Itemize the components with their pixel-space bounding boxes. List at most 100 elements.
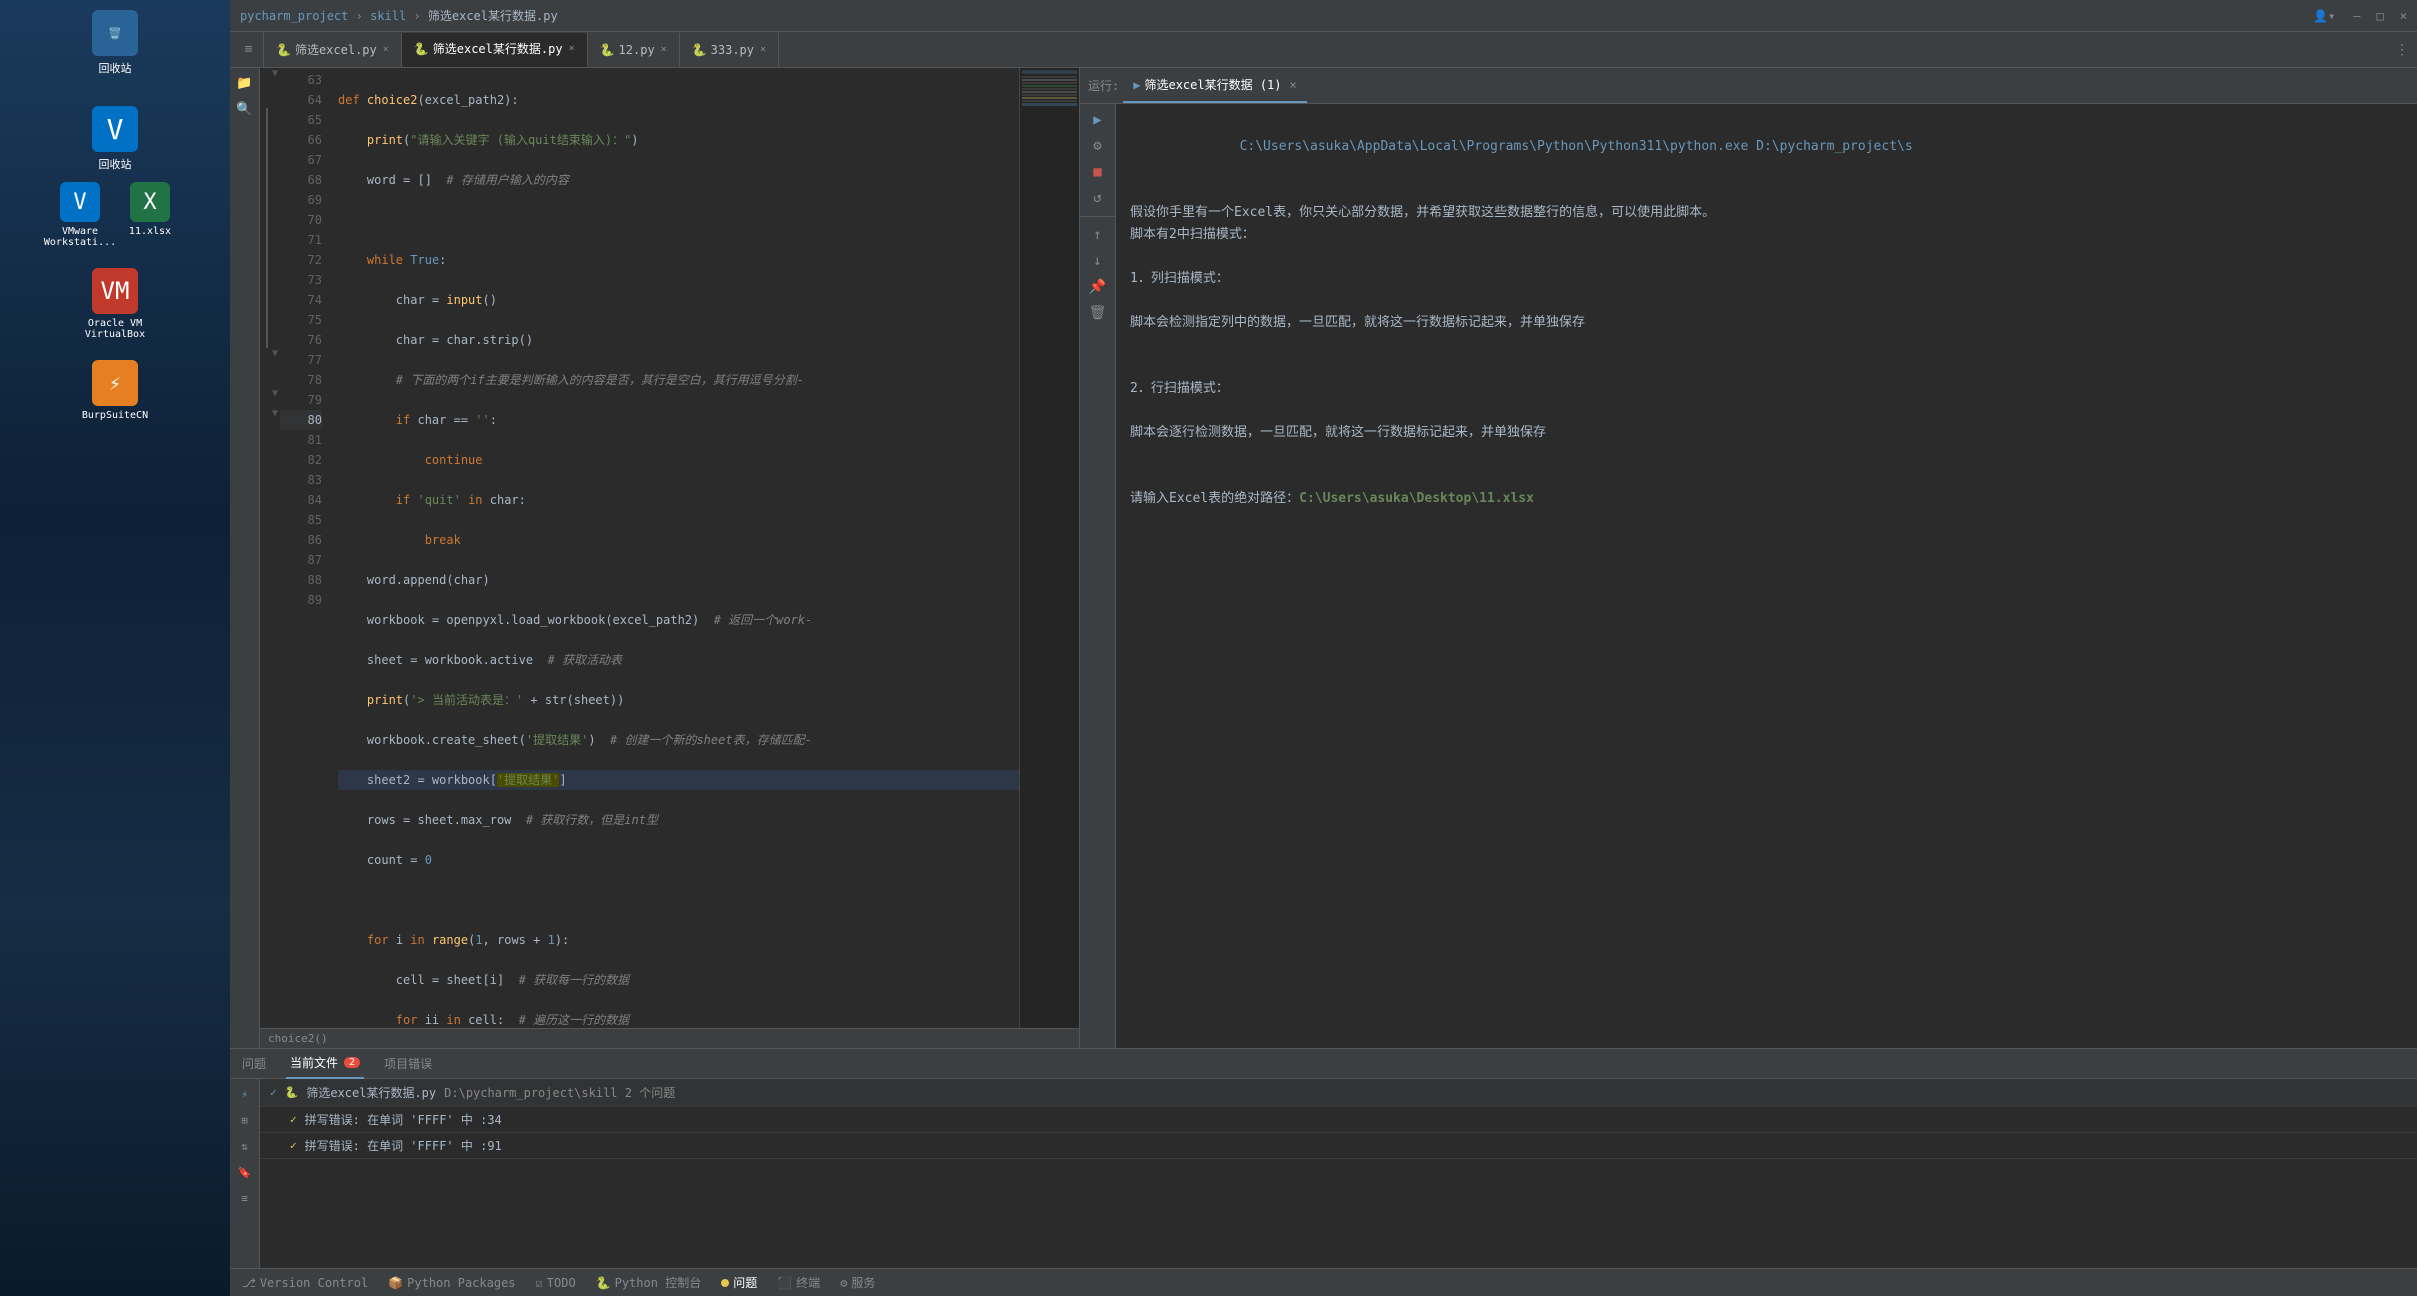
folder-tree-icon[interactable]: 📁 xyxy=(234,72,256,94)
group-tool[interactable]: ≡ xyxy=(234,1187,256,1209)
desktop-icon-vmware[interactable]: V VMware Workstati... xyxy=(50,182,110,248)
run-output-spacer3 xyxy=(1130,290,2403,312)
desktop-icon-recycle-bin[interactable]: 🗑️ 回收站 xyxy=(75,10,155,76)
line-numbers: 6364656667 6869707172 7374757677 787980 … xyxy=(280,68,330,1028)
search-sidebar-icon[interactable]: 🔍 xyxy=(234,98,256,120)
run-output-spacer8 xyxy=(1130,466,2403,488)
fold-84[interactable]: ▼ xyxy=(272,348,278,359)
run-panel: 运行: ▶ 筛选excel某行数据 (1) × ▶ ⚙ ■ ↺ xyxy=(1080,68,2417,1048)
desktop-icon-oracle-vm[interactable]: VM Oracle VM VirtualBox xyxy=(75,268,155,340)
file-name: 筛选excel某行数据.py xyxy=(428,9,558,23)
version-control-label: Version Control xyxy=(260,1276,368,1290)
file-icon: 🐍 xyxy=(285,1086,299,1099)
run-tab-close[interactable]: × xyxy=(1290,78,1297,92)
maximize-btn[interactable]: □ xyxy=(2377,9,2384,23)
ide-window: pycharm_project › skill › 筛选excel某行数据.py… xyxy=(230,0,2417,1296)
warning-icon-2: ✓ xyxy=(290,1139,297,1152)
run-output-mode2-desc: 脚本会逐行检测数据，一旦匹配，就将这一行数据标记起来，并单独保存 xyxy=(1130,422,2403,444)
close-btn[interactable]: × xyxy=(2400,9,2407,23)
warning-icon-1: ✓ xyxy=(290,1113,297,1126)
bottom-tabs: 问题 当前文件 2 项目错误 xyxy=(230,1049,2417,1079)
run-label: 运行: xyxy=(1088,77,1119,94)
editor-container: ▼ ▼ ▼ ▼ 6364656667 6869707172 73747576 xyxy=(260,68,2417,1048)
run-output-desc: 假设你手里有一个Excel表，你只关心部分数据，并希望获取这些数据整行的信息，可… xyxy=(1130,202,2403,224)
code-content[interactable]: def choice2(excel_path2): print("请输入关键字 … xyxy=(330,68,1019,1028)
run-btn[interactable]: ▶ xyxy=(1086,108,1110,132)
tab-筛选excel[interactable]: 🐍 筛选excel.py × xyxy=(264,33,402,67)
desktop-icon-excel[interactable]: X 11.xlsx xyxy=(120,182,180,248)
sort-tool[interactable]: ⇅ xyxy=(234,1135,256,1157)
recycle-bin-icon: 🗑️ xyxy=(92,10,138,56)
code-editor[interactable]: ▼ ▼ ▼ ▼ 6364656667 6869707172 73747576 xyxy=(260,68,1080,1048)
bottom-sidebar: ⚡ ⊞ ⇅ 🔖 ≡ xyxy=(230,1079,260,1268)
run-output-mode2-title: 2．行扫描模式： xyxy=(1130,378,2403,400)
titlebar: pycharm_project › skill › 筛选excel某行数据.py… xyxy=(230,0,2417,32)
status-problems[interactable]: 问题 xyxy=(721,1274,757,1291)
editor-content[interactable]: ▼ ▼ ▼ ▼ 6364656667 6869707172 73747576 xyxy=(260,68,1079,1028)
python-file-icon-4: 🐍 xyxy=(692,43,707,57)
rerun-btn[interactable]: ↺ xyxy=(1086,186,1110,210)
tabs-menu-btn[interactable]: ⋮ xyxy=(2387,42,2417,58)
python-packages-icon: 📦 xyxy=(388,1276,403,1290)
run-output-prompt: 请输入Excel表的绝对路径：C:\Users\asuka\Desktop\11… xyxy=(1130,488,2403,510)
status-services[interactable]: ⚙ 服务 xyxy=(840,1274,875,1291)
bottom-tab-problems[interactable]: 问题 xyxy=(238,1049,270,1079)
scroll-up-btn[interactable]: ↑ xyxy=(1086,223,1110,247)
tab-筛选excel某行数据[interactable]: 🐍 筛选excel某行数据.py × xyxy=(402,33,588,67)
clear-btn[interactable]: 🗑 xyxy=(1086,301,1110,325)
problem-row-1[interactable]: ✓ 拼写错误: 在单词 'FFFF' 中 :34 xyxy=(260,1107,2417,1133)
skill-folder: skill xyxy=(370,9,406,23)
minimap xyxy=(1019,68,1079,1028)
stop-btn[interactable]: ■ xyxy=(1086,160,1110,184)
tab-active-close-btn[interactable]: × xyxy=(569,43,575,54)
status-python-packages[interactable]: 📦 Python Packages xyxy=(388,1276,515,1290)
terminal-label: 终端 xyxy=(796,1274,820,1291)
python-file-icon: 🐍 xyxy=(276,43,291,57)
run-output-spacer7 xyxy=(1130,444,2403,466)
scroll-down-btn[interactable]: ↓ xyxy=(1086,249,1110,273)
status-python-console[interactable]: 🐍 Python 控制台 xyxy=(596,1274,702,1291)
run-content-wrapper: ▶ ⚙ ■ ↺ ↑ ↓ 📌 🗑 C:\Users\asuka\AppData\L xyxy=(1080,104,2417,1048)
run-output-mode1-title: 1．列扫描模式： xyxy=(1130,268,2403,290)
burp-label: BurpSuiteCN xyxy=(82,410,148,421)
current-file-badge: 2 xyxy=(344,1057,360,1068)
fold-86[interactable]: ▼ xyxy=(272,388,278,399)
tab-12[interactable]: 🐍 12.py × xyxy=(588,33,680,67)
fold-63[interactable]: ▼ xyxy=(272,68,278,79)
run-tab-main[interactable]: ▶ 筛选excel某行数据 (1) × xyxy=(1123,69,1307,103)
minimize-btn[interactable]: — xyxy=(2353,9,2360,23)
tab-12-close[interactable]: × xyxy=(661,44,667,55)
tab-close-btn[interactable]: × xyxy=(383,44,389,55)
bottom-tab-current-file[interactable]: 当前文件 2 xyxy=(286,1049,364,1079)
desktop-icon-burp[interactable]: ⚡ BurpSuiteCN xyxy=(75,360,155,421)
desktop-icon-vmware[interactable]: V 回收站 xyxy=(75,106,155,172)
status-todo[interactable]: ☑ TODO xyxy=(536,1276,576,1290)
status-terminal[interactable]: ⬛ 终端 xyxy=(777,1274,820,1291)
bookmark-tool[interactable]: 🔖 xyxy=(234,1161,256,1183)
tab-333-close[interactable]: × xyxy=(760,44,766,55)
fold-87[interactable]: ▼ xyxy=(272,408,278,419)
bottom-tab-project-errors[interactable]: 项目错误 xyxy=(380,1049,436,1079)
tab-333[interactable]: 🐍 333.py × xyxy=(680,33,779,67)
problem-file-row[interactable]: ✓ 🐍 筛选excel某行数据.py D:\pycharm_project\sk… xyxy=(260,1079,2417,1107)
expand-tool[interactable]: ⊞ xyxy=(234,1109,256,1131)
filter-tool[interactable]: ⚡ xyxy=(234,1083,256,1105)
left-sidebar: 📁 🔍 xyxy=(230,68,260,1048)
code-gutter: ▼ ▼ ▼ ▼ xyxy=(260,68,280,1028)
services-icon: ⚙ xyxy=(840,1276,847,1290)
problem-row-2[interactable]: ✓ 拼写错误: 在单词 'FFFF' 中 :91 xyxy=(260,1133,2417,1159)
run-output-spacer5 xyxy=(1130,356,2403,378)
run-output-mode-title: 脚本有2中扫描模式： xyxy=(1130,224,2403,246)
tab-active-label: 筛选excel某行数据.py xyxy=(433,40,563,57)
window-controls: 👤▾ — □ × xyxy=(2313,9,2407,23)
terminal-icon: ⬛ xyxy=(777,1276,792,1290)
status-version-control[interactable]: ⎇ Version Control xyxy=(242,1276,368,1290)
user-icon[interactable]: 👤▾ xyxy=(2313,9,2335,23)
problems-dot-icon xyxy=(721,1279,729,1287)
problem-file-name: 筛选excel某行数据.py xyxy=(306,1084,436,1101)
settings-btn[interactable]: ⚙ xyxy=(1086,134,1110,158)
bottom-main: ✓ 🐍 筛选excel某行数据.py D:\pycharm_project\sk… xyxy=(260,1079,2417,1268)
file-tree-toggle[interactable]: ≡ xyxy=(234,32,264,68)
run-tab-icon: ▶ xyxy=(1133,78,1140,92)
pin-btn[interactable]: 📌 xyxy=(1086,275,1110,299)
